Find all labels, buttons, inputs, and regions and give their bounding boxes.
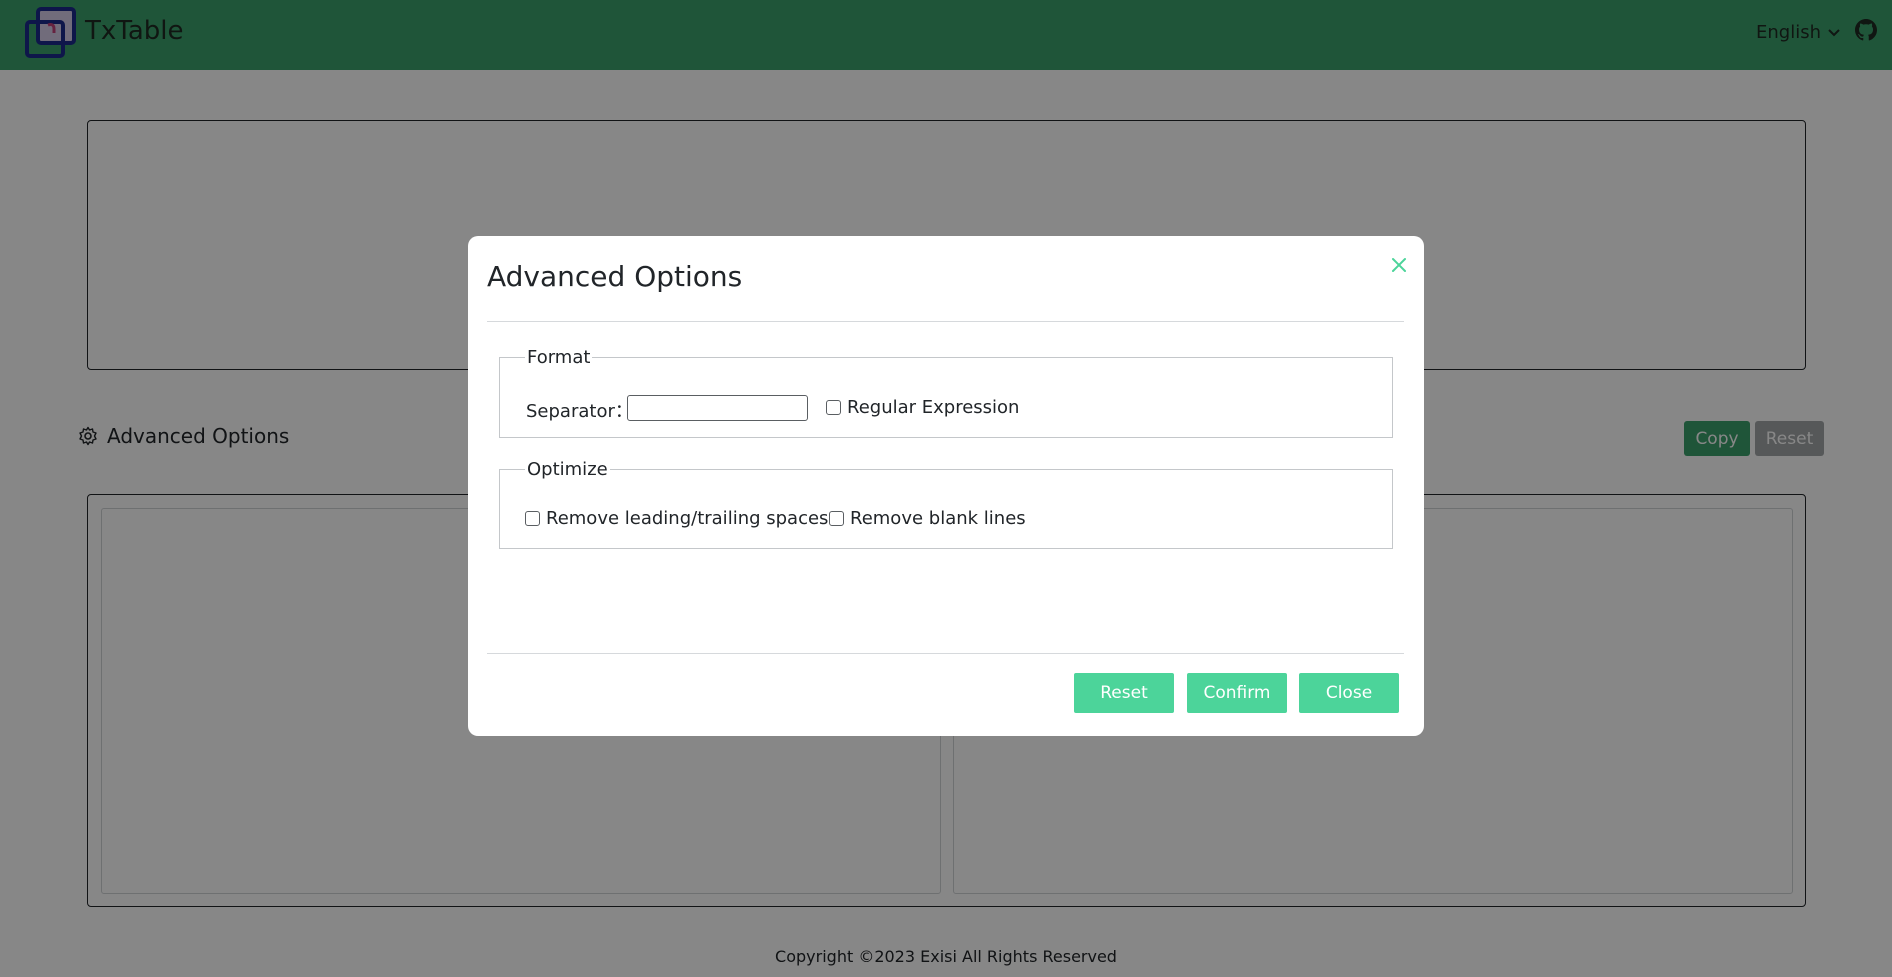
optimize-legend: Optimize xyxy=(527,459,608,480)
format-group: Format xyxy=(499,347,1393,438)
remove-blank-lines-option[interactable]: Remove blank lines xyxy=(829,508,1026,529)
regex-option[interactable]: Regular Expression xyxy=(826,397,1019,418)
close-button[interactable]: Close xyxy=(1299,673,1399,713)
close-icon[interactable] xyxy=(1388,254,1410,276)
trim-spaces-checkbox[interactable] xyxy=(525,511,540,526)
optimize-group: Optimize xyxy=(499,459,1393,549)
trim-spaces-option[interactable]: Remove leading/trailing spaces xyxy=(525,508,828,529)
modal-reset-button[interactable]: Reset xyxy=(1074,673,1174,713)
modal-header-divider xyxy=(487,321,1404,322)
regex-label: Regular Expression xyxy=(847,397,1020,418)
separator-label: Separator： xyxy=(526,401,633,422)
remove-blank-lines-label: Remove blank lines xyxy=(850,508,1026,529)
remove-blank-lines-checkbox[interactable] xyxy=(829,511,844,526)
regex-checkbox[interactable] xyxy=(826,400,841,415)
format-legend: Format xyxy=(527,347,591,368)
confirm-button[interactable]: Confirm xyxy=(1187,673,1287,713)
modal-title: Advanced Options xyxy=(487,260,743,293)
advanced-options-dialog: Advanced Options Format Separator： Regul… xyxy=(468,236,1424,736)
modal-footer-divider xyxy=(487,653,1404,654)
separator-input[interactable] xyxy=(627,395,808,421)
trim-spaces-label: Remove leading/trailing spaces xyxy=(546,508,829,529)
